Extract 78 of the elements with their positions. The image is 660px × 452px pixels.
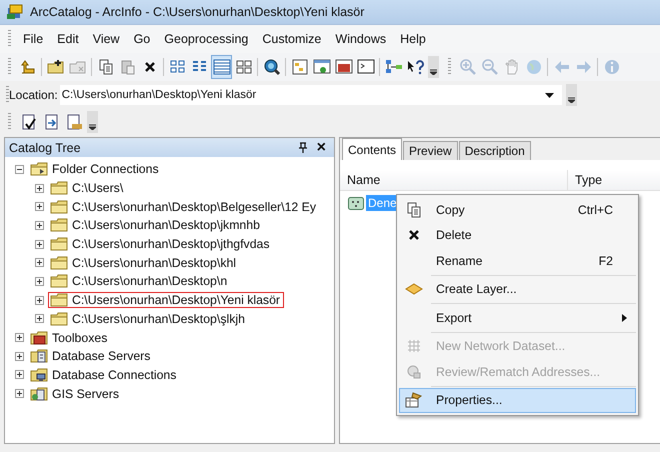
tree-item[interactable]: Database Servers: [28, 348, 154, 364]
toolbar-options-handle[interactable]: [566, 84, 577, 106]
menu-item[interactable]: Create Layer...: [399, 276, 636, 302]
tab[interactable]: Description: [458, 141, 531, 160]
folder-icon: [50, 218, 68, 232]
expand-toggle[interactable]: [35, 184, 44, 193]
tree-item[interactable]: C:\Users\onurhan\Desktop\jkmnhb: [48, 217, 264, 234]
column-header[interactable]: Name: [340, 170, 568, 190]
expand-toggle[interactable]: [35, 276, 44, 286]
expand-toggle[interactable]: [15, 352, 24, 361]
expand-toggle[interactable]: [15, 333, 24, 342]
menu-item[interactable]: Export: [399, 305, 636, 330]
expand-toggle[interactable]: [35, 314, 44, 324]
delete-icon: [408, 229, 420, 242]
expand-toggle[interactable]: [15, 370, 24, 380]
menu-item[interactable]: View: [86, 30, 127, 48]
menu-item[interactable]: Delete: [399, 222, 636, 248]
toolbar-options-handle[interactable]: [428, 56, 439, 78]
menu-item[interactable]: Go: [126, 30, 158, 48]
expand-toggle[interactable]: [15, 164, 24, 174]
pin-icon[interactable]: [298, 142, 307, 153]
menu-item[interactable]: File: [16, 30, 50, 48]
tree-item[interactable]: C:\Users\onurhan\Desktop\n: [48, 273, 232, 290]
database-server-icon: [30, 349, 48, 364]
menu-item[interactable]: Customize: [255, 30, 328, 48]
close-button[interactable]: ×: [312, 140, 330, 154]
properties-icon: [405, 392, 423, 408]
app-icon: [6, 4, 24, 20]
panel-title: Catalog Tree: [9, 140, 82, 154]
dataset-icon: [348, 196, 364, 210]
folder-icon: [50, 200, 68, 214]
copy-icon: [406, 202, 422, 218]
location-label: Location:: [9, 88, 58, 102]
menu-item[interactable]: Windows: [328, 30, 394, 48]
tree-item[interactable]: C:\Users\onurhan\Desktop\khl: [48, 254, 240, 271]
menu-item[interactable]: Geoprocessing: [157, 30, 256, 48]
menu-item[interactable]: Copy Ctrl+C: [399, 197, 636, 222]
folder-icon: [50, 312, 68, 326]
folder-icon: [50, 274, 68, 288]
expand-toggle[interactable]: [35, 220, 44, 230]
tree-item[interactable]: C:\Users\onurhan\Desktop\Yeni klasör: [48, 292, 284, 308]
tree-item[interactable]: C:\Users\: [48, 180, 128, 196]
menu-item[interactable]: Rename F2: [399, 248, 636, 274]
grid-icon: [406, 338, 422, 354]
column-header[interactable]: Type: [568, 170, 602, 190]
diamond-icon: [405, 283, 423, 296]
tree-item[interactable]: Folder Connections: [28, 161, 163, 178]
window-title: ArcCatalog - ArcInfo - C:\Users\onurhan\Desktop\Yeni klasör: [30, 5, 364, 19]
tree-item[interactable]: Database Connections: [28, 366, 180, 383]
tree-item[interactable]: C:\Users\onurhan\Desktop\jthgfvdas: [48, 236, 274, 252]
expand-toggle[interactable]: [35, 258, 44, 268]
tree-item[interactable]: GIS Servers: [28, 386, 123, 402]
toolbar-options-handle[interactable]: [87, 111, 98, 133]
submenu-arrow-icon: [622, 314, 627, 322]
database-connection-icon: [30, 368, 48, 382]
expand-toggle[interactable]: [35, 240, 44, 249]
location-field[interactable]: C:\Users\onurhan\Desktop\Yeni klasör: [60, 85, 562, 105]
folder-icon: [50, 237, 68, 252]
expand-toggle[interactable]: [15, 389, 24, 398]
menu-item[interactable]: Edit: [50, 30, 86, 48]
menu-item[interactable]: Properties...: [399, 388, 636, 413]
toolbox-icon: [30, 330, 48, 345]
tree-item[interactable]: C:\Users\onurhan\Desktop\şlkjh: [48, 310, 249, 327]
folder-icon: [50, 181, 68, 196]
expand-toggle[interactable]: [35, 296, 44, 305]
tab[interactable]: Contents: [342, 138, 402, 160]
server-icon: [30, 386, 48, 401]
folder-icon: [50, 256, 68, 270]
folder-connections-icon: [30, 162, 48, 176]
expand-toggle[interactable]: [35, 202, 44, 212]
folder-icon: [50, 293, 68, 308]
tree-item[interactable]: C:\Users\onurhan\Desktop\Belgeseller\12 Ey: [48, 198, 320, 215]
details-view-icon[interactable]: [211, 55, 232, 79]
menu-item[interactable]: Help: [393, 30, 433, 48]
tab[interactable]: Preview: [403, 141, 458, 160]
dropdown-arrow-icon[interactable]: [544, 92, 554, 98]
tree-item[interactable]: Toolboxes: [28, 330, 112, 346]
review-icon: [406, 364, 422, 380]
